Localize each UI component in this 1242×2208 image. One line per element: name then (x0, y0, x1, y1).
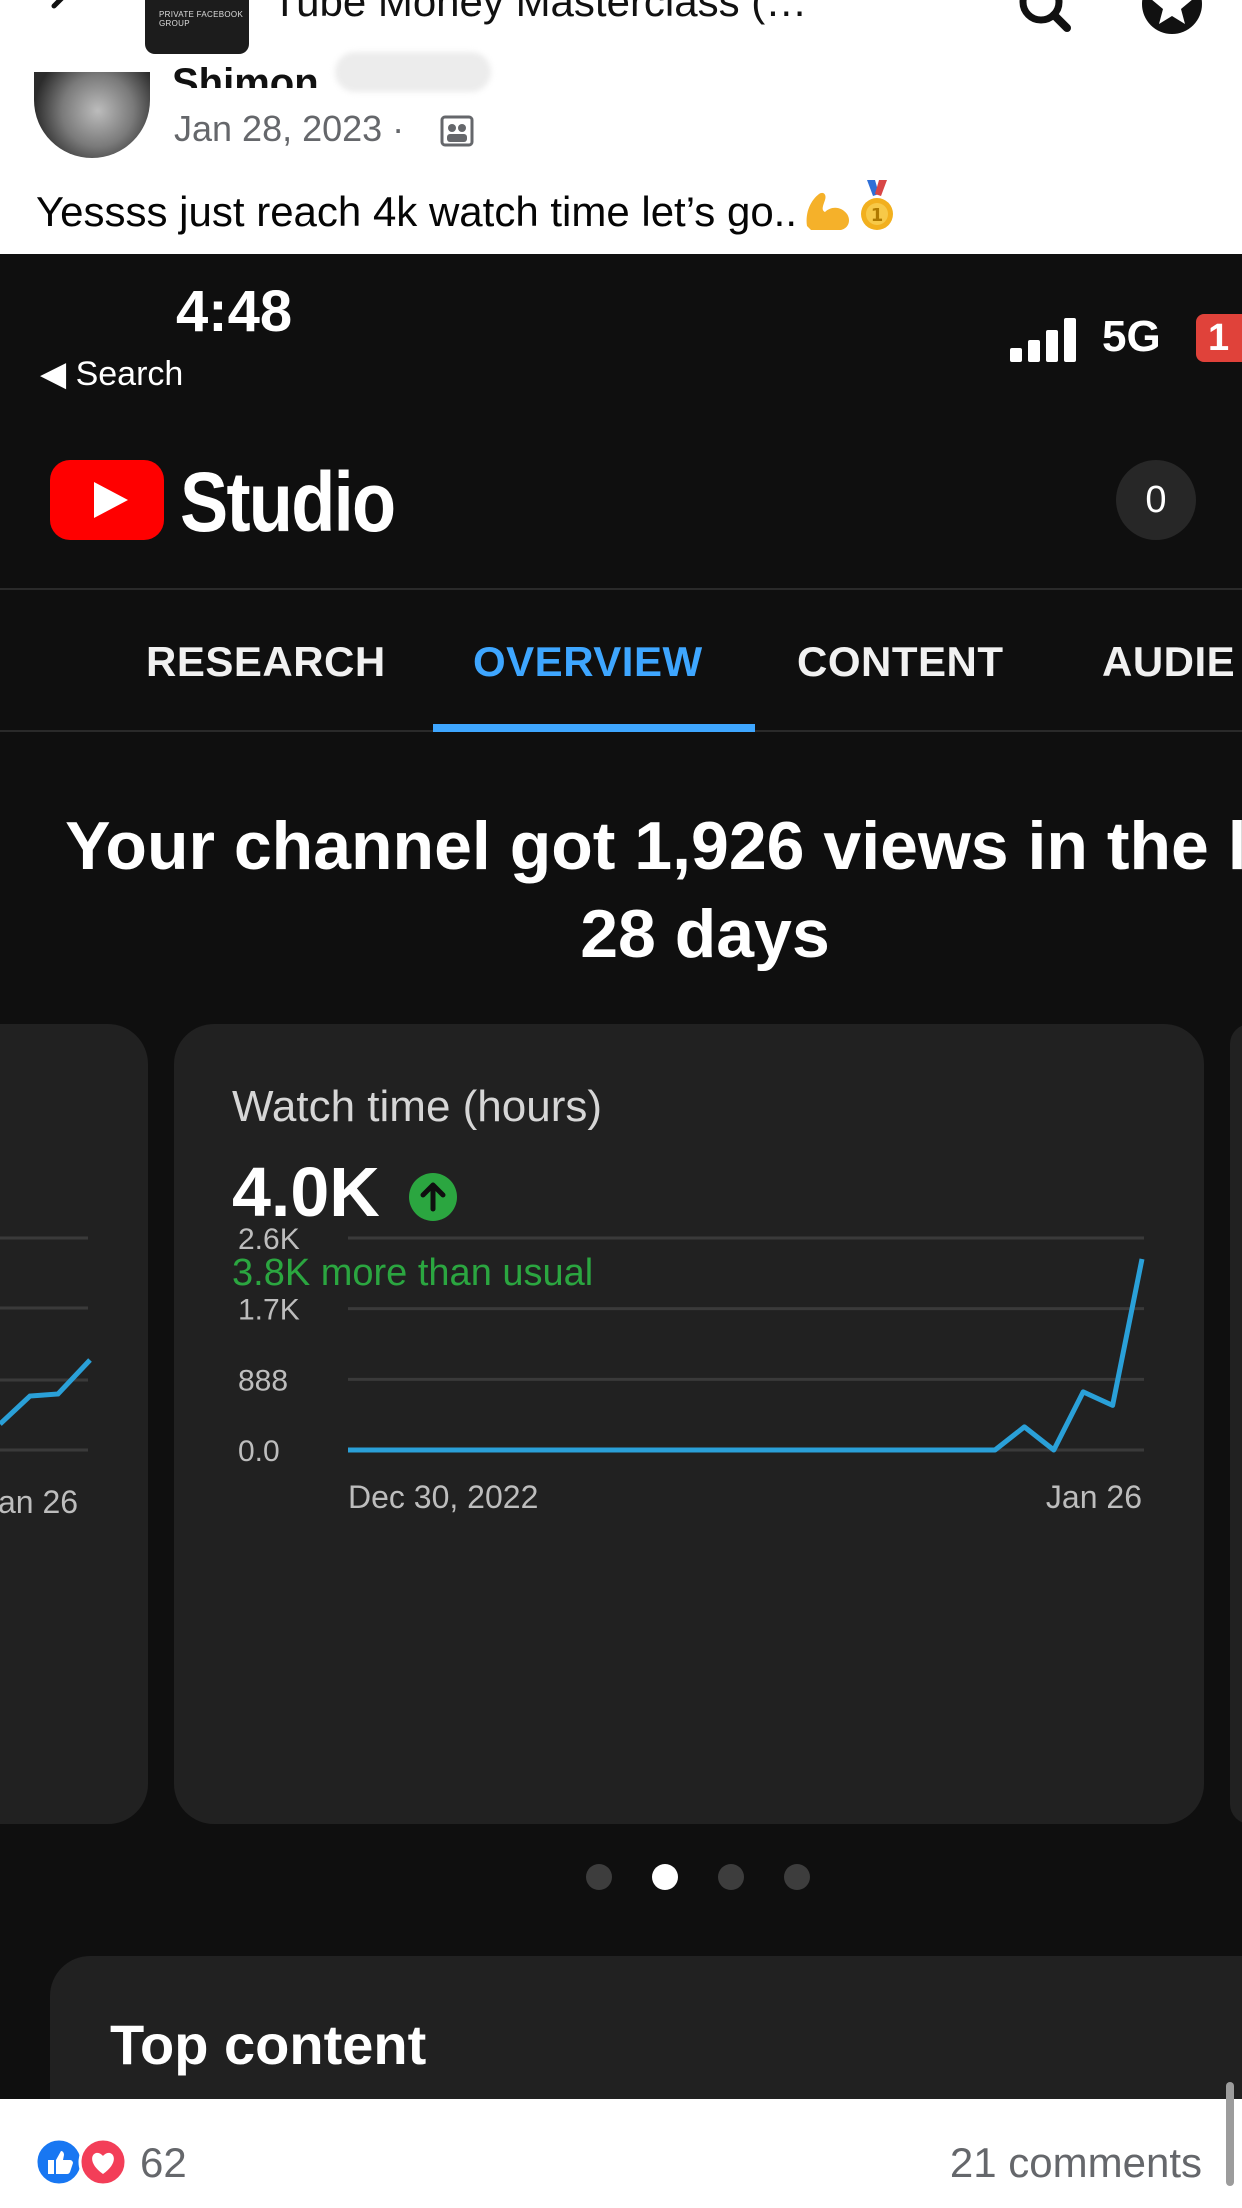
studio-tabs: RESEARCH OVERVIEW CONTENT AUDIE (0, 588, 1242, 732)
top-content-card[interactable]: Top content (50, 1956, 1242, 2099)
redacted-name-blur (335, 52, 491, 92)
tab-audience[interactable]: AUDIE (1102, 638, 1235, 686)
search-icon[interactable] (1015, 0, 1075, 40)
reaction-count[interactable]: 62 (140, 2139, 187, 2187)
post-date[interactable]: Jan 28, 2023 · (174, 108, 404, 150)
carousel-dot[interactable] (718, 1864, 744, 1890)
carousel-dot[interactable] (784, 1864, 810, 1890)
author-name[interactable]: Shimon (172, 48, 319, 88)
love-reaction-icon[interactable] (78, 2137, 128, 2187)
watch-time-series-line (348, 1258, 1145, 1453)
network-type: 5G (1102, 312, 1161, 361)
x-tick-label: Dec 30, 2022 (348, 1479, 538, 1515)
top-content-title: Top content (110, 2013, 427, 2076)
watch-time-card[interactable]: Watch time (hours) 4.0K 3.8K more than u… (174, 1024, 1204, 1824)
notification-badge[interactable]: 0 (1116, 460, 1196, 540)
post-footer: 62 21 comments (0, 2099, 1242, 2208)
watch-time-chart: 2.6K 1.7K 888 0.0 Dec 30, 2022 Jan 26 (238, 1223, 1145, 1515)
tab-overview[interactable]: OVERVIEW (473, 638, 703, 686)
cellular-signal-icon (1010, 318, 1076, 362)
carousel-dots (586, 1864, 826, 1894)
previous-metric-card[interactable]: an 26 (0, 1024, 148, 1824)
post-text: Yessss just reach 4k watch time let’s go… (36, 180, 897, 236)
next-metric-card[interactable] (1230, 1024, 1242, 1824)
favorite-star-icon[interactable] (1140, 0, 1204, 40)
y-tick-label: 888 (238, 1364, 288, 1397)
gold-medal-icon: 1 (861, 180, 894, 230)
carousel-dot[interactable] (652, 1864, 678, 1890)
back-to-search-link[interactable]: ◀ Search (40, 354, 183, 394)
youtube-logo-icon (50, 460, 164, 540)
svg-text:1: 1 (871, 205, 884, 226)
author-avatar[interactable] (34, 72, 150, 158)
y-tick-label: 2.6K (238, 1223, 300, 1256)
comments-count[interactable]: 21 comments (950, 2139, 1202, 2187)
group-title[interactable]: Tube Money Masterclass (… (272, 0, 807, 26)
back-arrow-icon[interactable] (40, 0, 84, 30)
group-audience-icon (440, 115, 474, 147)
y-tick-label: 1.7K (238, 1294, 300, 1327)
overview-headline: Your channel got 1,926 views in the last… (65, 808, 1242, 972)
scrollbar-thumb[interactable] (1226, 2082, 1234, 2186)
active-tab-indicator (433, 724, 755, 732)
status-time: 4:48 (176, 279, 293, 344)
flexed-biceps-icon (806, 192, 850, 230)
like-reaction-icon[interactable] (34, 2137, 84, 2187)
x-tick-label: Jan 26 (1046, 1479, 1142, 1515)
tab-content[interactable]: CONTENT (797, 638, 1004, 686)
carousel-dot[interactable] (586, 1864, 612, 1890)
group-thumbnail[interactable]: PRIVATE FACEBOOK GROUP (145, 0, 249, 54)
studio-wordmark: Studio (180, 455, 396, 549)
post-text-content: Yessss just reach 4k watch time let’s go… (36, 188, 798, 235)
group-thumbnail-text: PRIVATE FACEBOOK GROUP (159, 10, 244, 28)
battery-icon: 1 (1196, 314, 1242, 362)
studio-screenshot: 4:48 ◀ Search 5G 1 Studio 0 RESEARCH OVE… (0, 254, 1242, 2099)
y-tick-label: 0.0 (238, 1435, 280, 1468)
tab-research[interactable]: RESEARCH (146, 638, 386, 686)
previous-card-x-tick: an 26 (0, 1484, 79, 1520)
